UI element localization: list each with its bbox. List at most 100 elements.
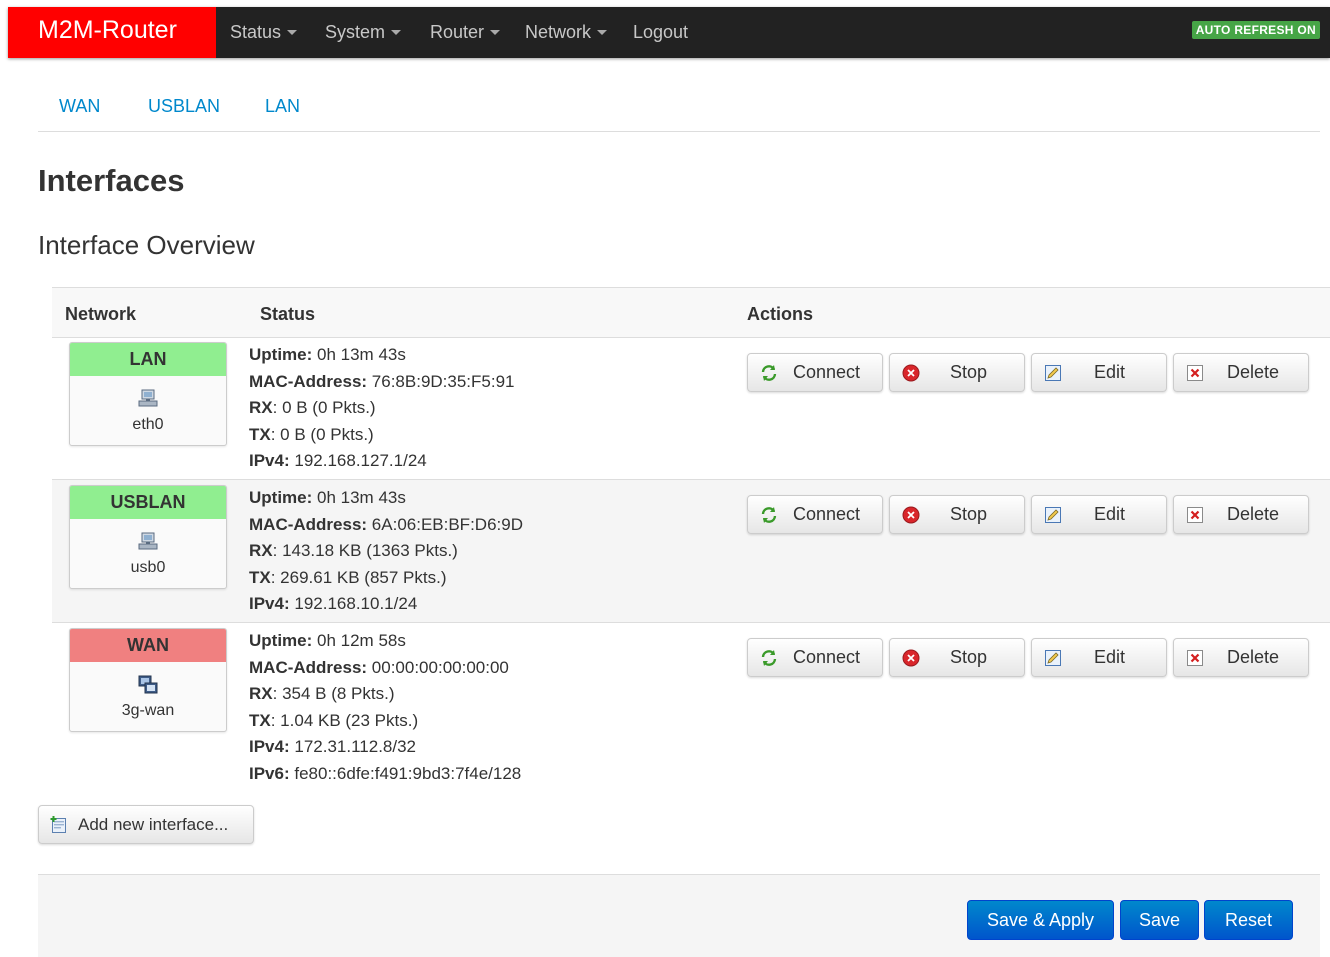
menu-system[interactable]: System xyxy=(325,7,402,58)
stop-label: Stop xyxy=(950,362,988,382)
rx-label: RX xyxy=(249,684,273,704)
delete-icon xyxy=(1186,364,1204,382)
delete-button[interactable]: Delete xyxy=(1173,353,1309,392)
edit-button[interactable]: Edit xyxy=(1031,638,1167,677)
rx-value: : 354 B (8 Pkts.) xyxy=(272,684,395,704)
menu-router[interactable]: Router xyxy=(430,7,501,58)
rx-value: : 143.18 KB (1363 Pkts.) xyxy=(272,541,458,561)
caret-down-icon xyxy=(597,30,608,35)
stop-button[interactable]: Stop xyxy=(889,495,1025,534)
interface-badge-usblan[interactable]: USBLAN usb0 xyxy=(69,485,227,589)
uptime-value: 0h 13m 43s xyxy=(317,345,406,364)
uptime-value: 0h 13m 43s xyxy=(317,488,406,507)
table-row: WAN 3g-wan Uptime: 0h 12m 58s MAC-Addres… xyxy=(52,623,1330,793)
refresh-icon xyxy=(760,364,778,382)
edit-label: Edit xyxy=(1094,504,1126,524)
edit-button[interactable]: Edit xyxy=(1031,495,1167,534)
rx-value: : 0 B (0 Pkts.) xyxy=(272,398,376,418)
top-navbar: M2M-Router Status System Router Network … xyxy=(8,7,1330,58)
interface-name: LAN xyxy=(70,343,226,376)
connect-label: Connect xyxy=(793,504,861,524)
stop-label: Stop xyxy=(950,504,988,524)
table-header: Network Status Actions xyxy=(52,287,1330,338)
menu-network-label: Network xyxy=(525,22,592,42)
interface-name: USBLAN xyxy=(70,486,226,519)
rx-label: RX xyxy=(249,398,273,418)
add-document-icon xyxy=(50,815,69,834)
ipv4-label: IPv4: xyxy=(249,594,290,614)
tab-usblan[interactable]: USBLAN xyxy=(148,96,220,117)
mac-label: MAC-Address: xyxy=(249,657,368,677)
delete-button[interactable]: Delete xyxy=(1173,495,1309,534)
interface-status: Uptime: 0h 13m 43s MAC-Address: 76:8B:9D… xyxy=(249,342,515,475)
caret-down-icon xyxy=(391,30,402,35)
tx-value: : 1.04 KB (23 Pkts.) xyxy=(270,710,419,730)
connect-label: Connect xyxy=(793,362,861,382)
uptime-label: Uptime: xyxy=(249,631,313,650)
ipv4-label: IPv4: xyxy=(249,737,290,757)
interface-badge-lan[interactable]: LAN eth0 xyxy=(69,342,227,446)
delete-label: Delete xyxy=(1227,362,1280,382)
delete-icon xyxy=(1186,649,1204,667)
stop-button[interactable]: Stop xyxy=(889,638,1025,677)
auto-refresh-badge[interactable]: AUTO REFRESH ON xyxy=(1191,21,1320,39)
page-title: Interfaces xyxy=(38,163,185,198)
save-button[interactable]: Save xyxy=(1120,900,1199,940)
delete-button[interactable]: Delete xyxy=(1173,638,1309,677)
column-network: Network xyxy=(65,304,137,324)
menu-status[interactable]: Status xyxy=(230,7,298,58)
ipv4-value: 172.31.112.8/32 xyxy=(294,737,417,757)
rx-label: RX xyxy=(249,541,273,561)
mac-label: MAC-Address: xyxy=(249,514,368,534)
stop-button[interactable]: Stop xyxy=(889,353,1025,392)
refresh-icon xyxy=(760,649,778,667)
mac-value: 00:00:00:00:00:00 xyxy=(371,657,509,677)
connect-button[interactable]: Connect xyxy=(747,495,883,534)
tx-label: TX xyxy=(249,710,271,730)
interface-status: Uptime: 0h 12m 58s MAC-Address: 00:00:00… xyxy=(249,628,521,788)
section-title: Interface Overview xyxy=(38,230,255,260)
connect-button[interactable]: Connect xyxy=(747,353,883,392)
device-name: eth0 xyxy=(132,416,164,433)
mac-value: 6A:06:EB:BF:D6:9D xyxy=(371,514,523,534)
edit-label: Edit xyxy=(1094,362,1126,382)
add-interface-button[interactable]: Add new interface... xyxy=(38,805,254,844)
ethernet-icon xyxy=(137,531,159,553)
delete-label: Delete xyxy=(1227,504,1280,524)
menu-network[interactable]: Network xyxy=(525,7,608,58)
interface-table: Network Status Actions LAN eth0 Uptime: … xyxy=(52,287,1330,793)
brand-logo[interactable]: M2M-Router xyxy=(8,7,216,58)
interface-badge-wan[interactable]: WAN 3g-wan xyxy=(69,628,227,732)
delete-icon xyxy=(1186,506,1204,524)
mac-value: 76:8B:9D:35:F5:91 xyxy=(371,371,515,391)
network-computer-icon xyxy=(137,674,159,696)
uptime-label: Uptime: xyxy=(249,488,313,507)
edit-button[interactable]: Edit xyxy=(1031,353,1167,392)
mac-label: MAC-Address: xyxy=(249,371,368,391)
tx-label: TX xyxy=(249,567,271,587)
menu-status-label: Status xyxy=(230,22,282,42)
ipv6-value: fe80::6dfe:f491:9bd3:7f4e/128 xyxy=(294,763,522,783)
tx-label: TX xyxy=(249,424,271,444)
logout-link[interactable]: Logout xyxy=(633,7,688,58)
caret-down-icon xyxy=(287,30,298,35)
delete-label: Delete xyxy=(1227,647,1280,667)
stop-icon xyxy=(902,506,920,524)
ipv6-label: IPv6: xyxy=(249,763,290,783)
connect-button[interactable]: Connect xyxy=(747,638,883,677)
ipv4-value: 192.168.10.1/24 xyxy=(294,594,418,614)
column-actions: Actions xyxy=(747,304,814,324)
interface-name: WAN xyxy=(70,629,226,662)
tab-wan[interactable]: WAN xyxy=(59,96,100,117)
uptime-label: Uptime: xyxy=(249,345,313,364)
tab-lan[interactable]: LAN xyxy=(265,96,300,117)
device-name: usb0 xyxy=(130,559,166,576)
ipv4-label: IPv4: xyxy=(249,451,290,471)
menu-system-label: System xyxy=(325,22,386,42)
edit-label: Edit xyxy=(1094,647,1126,667)
add-interface-label: Add new interface... xyxy=(78,815,229,834)
reset-button[interactable]: Reset xyxy=(1204,900,1293,940)
menu-router-label: Router xyxy=(430,22,485,42)
save-apply-button[interactable]: Save & Apply xyxy=(967,900,1114,940)
table-row: LAN eth0 Uptime: 0h 13m 43s MAC-Address:… xyxy=(52,338,1330,480)
